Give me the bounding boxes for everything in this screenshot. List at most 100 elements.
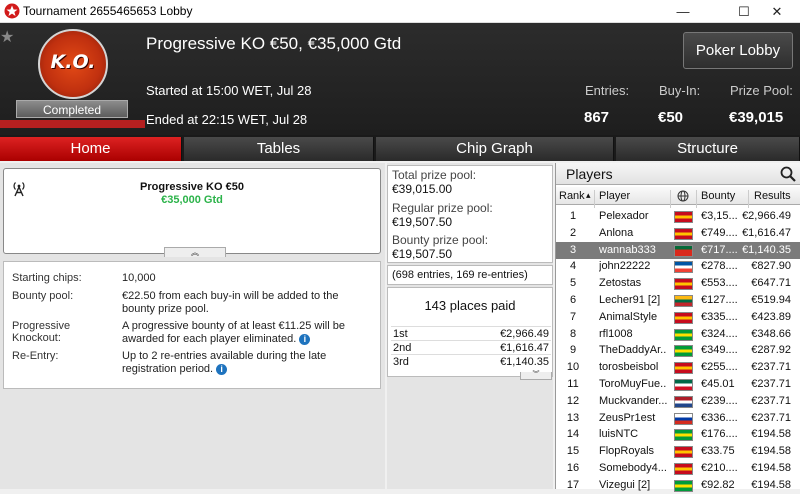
player-row[interactable]: 16 Somebody4... €210.... €194.58 <box>556 460 800 477</box>
info-icon[interactable]: i <box>299 333 311 345</box>
player-row[interactable]: 10 torosbeisbol €255.... €237.71 <box>556 359 800 376</box>
regular-prize-value: €19,507.50 <box>392 215 453 229</box>
buyin-label: Buy-In: <box>659 83 701 98</box>
player-rank: 8 <box>569 327 577 340</box>
country-flag-icon <box>674 311 693 324</box>
player-row[interactable]: 11 ToroMuyFue... €45.01 €237.71 <box>556 376 800 393</box>
player-rank: 13 <box>566 411 580 424</box>
favorite-star-icon[interactable]: ★ <box>0 27 14 47</box>
col-player[interactable]: Player <box>599 190 630 202</box>
player-result: €519.94 <box>751 294 791 306</box>
info-title: Progressive KO €50 <box>140 181 244 193</box>
player-name: Zetostas <box>599 277 642 290</box>
tab-structure[interactable]: Structure <box>616 137 800 161</box>
player-rank: 14 <box>566 428 580 441</box>
player-bounty: €336.... <box>701 411 738 424</box>
player-row[interactable]: 3 wannab333 €717.... €1,140.35 <box>556 241 800 259</box>
player-rank: 3 <box>569 243 577 256</box>
player-bounty: €3,15... <box>701 210 738 222</box>
info-icon[interactable]: i <box>216 363 228 375</box>
player-rank: 2 <box>569 226 577 239</box>
player-bounty: €239.... <box>701 394 738 407</box>
info-guarantee: €35,000 Gtd <box>161 194 223 206</box>
prize-pane: Total prize pool: €39,015.00 Regular pri… <box>387 163 553 489</box>
search-icon[interactable] <box>778 165 798 183</box>
player-row[interactable]: 1 Pelexador €3,15... €2,966.49 <box>556 208 800 225</box>
total-prize-label: Total prize pool: <box>392 168 477 182</box>
player-row[interactable]: 17 Vizegui [2] €92.82 €194.58 <box>556 477 800 494</box>
player-bounty: €335.... <box>701 310 738 323</box>
globe-icon[interactable] <box>677 190 689 202</box>
player-result: €287.92 <box>751 344 791 357</box>
pko-label: Progressive Knockout: <box>12 320 71 344</box>
player-row[interactable]: 7 AnimalStyle €335.... €423.89 <box>556 309 800 326</box>
player-name: luisNTC <box>599 428 639 441</box>
tournament-name: Progressive KO €50, €35,000 Gtd <box>146 34 402 53</box>
player-row[interactable]: 8 rfl1008 €324.... €348.66 <box>556 326 800 343</box>
tab-tables[interactable]: Tables <box>184 137 374 161</box>
country-flag-icon <box>674 479 693 492</box>
player-rank: 10 <box>566 361 580 374</box>
player-rank: 4 <box>569 260 577 273</box>
player-result: €194.58 <box>751 428 791 441</box>
bounty-prize-label: Bounty prize pool: <box>392 233 489 247</box>
player-rank: 11 <box>567 378 579 390</box>
payout-box: 143 places paid 1st €2,966.49 2nd €1,616.4… <box>387 287 553 377</box>
player-result: €2,966.49 <box>742 210 791 222</box>
country-flag-icon <box>674 446 693 459</box>
players-panel: Players Rank ▴ Player Bounty Results 1 Pe… <box>555 163 800 492</box>
col-results[interactable]: Results <box>754 190 791 202</box>
player-name: Muckvander... <box>599 394 667 407</box>
player-result: €237.71 <box>751 378 791 390</box>
places-paid: 143 places paid <box>424 298 516 313</box>
close-button[interactable]: ✕ <box>754 0 800 23</box>
player-rank: 1 <box>569 210 577 222</box>
tab-chip-graph[interactable]: Chip Graph <box>376 137 614 161</box>
reentry-label: Re-Entry: <box>12 350 59 362</box>
tournament-header: ★ K.O. Completed Progressive KO €50, €35… <box>0 23 800 135</box>
window-titlebar: Tournament 2655465653 Lobby — ☐ ✕ <box>0 0 800 23</box>
player-row[interactable]: 9 TheDaddyAr... €349.... €287.92 <box>556 342 800 359</box>
player-row[interactable]: 14 luisNTC €176.... €194.58 <box>556 426 800 443</box>
player-name: TheDaddyAr... <box>599 344 667 357</box>
player-rank: 12 <box>566 394 580 407</box>
window-title: Tournament 2655465653 Lobby <box>23 4 193 18</box>
poker-lobby-button[interactable]: Poker Lobby <box>683 32 793 69</box>
country-flag-icon <box>674 463 693 475</box>
country-flag-icon <box>674 211 693 223</box>
col-bounty[interactable]: Bounty <box>701 190 735 202</box>
player-bounty: €127.... <box>701 294 738 306</box>
country-flag-icon <box>674 295 693 307</box>
player-bounty: €210.... <box>701 462 738 474</box>
player-row[interactable]: 13 ZeusPr1est €336.... €237.71 <box>556 410 800 427</box>
player-result: €1,616.47 <box>742 226 791 239</box>
player-result: €647.71 <box>751 277 791 290</box>
tab-home[interactable]: Home <box>0 137 182 161</box>
player-bounty: €255.... <box>701 361 738 374</box>
players-column-header: Rank ▴ Player Bounty Results <box>556 187 800 208</box>
player-row[interactable]: 4 john22222 €278.... €827.90 <box>556 258 800 275</box>
starting-chips-value: 10,000 <box>122 272 156 284</box>
player-row[interactable]: 2 Anlona €749.... €1,616.47 <box>556 225 800 242</box>
country-flag-icon <box>674 328 693 341</box>
pko-value: A progressive bounty of at least €11.25 … <box>122 320 345 345</box>
country-flag-icon <box>674 278 693 291</box>
expand-down-icon[interactable]: ︾ <box>520 371 552 380</box>
player-row[interactable]: 5 Zetostas €553.... €647.71 <box>556 275 800 292</box>
player-row[interactable]: 15 FlopRoyals €33.75 €194.58 <box>556 443 800 460</box>
col-rank[interactable]: Rank <box>559 190 585 202</box>
minimize-button[interactable]: — <box>660 0 706 23</box>
collapse-up-icon[interactable]: ︽ <box>164 247 226 257</box>
player-row[interactable]: 12 Muckvander... €239.... €237.71 <box>556 393 800 410</box>
country-flag-icon <box>674 395 693 408</box>
country-flag-icon <box>674 244 693 257</box>
player-row[interactable]: 6 Lecher91 [2] €127.... €519.94 <box>556 292 800 309</box>
player-name: ZeusPr1est <box>599 411 656 424</box>
ko-badge: K.O. <box>38 29 108 99</box>
ko-badge-text: K.O. <box>50 51 96 73</box>
entries-value: 867 <box>584 109 610 126</box>
starting-chips-label: Starting chips: <box>12 272 82 284</box>
regular-prize-label: Regular prize pool: <box>392 201 493 215</box>
status-badge: Completed <box>16 100 128 118</box>
player-bounty: €278.... <box>701 260 738 273</box>
